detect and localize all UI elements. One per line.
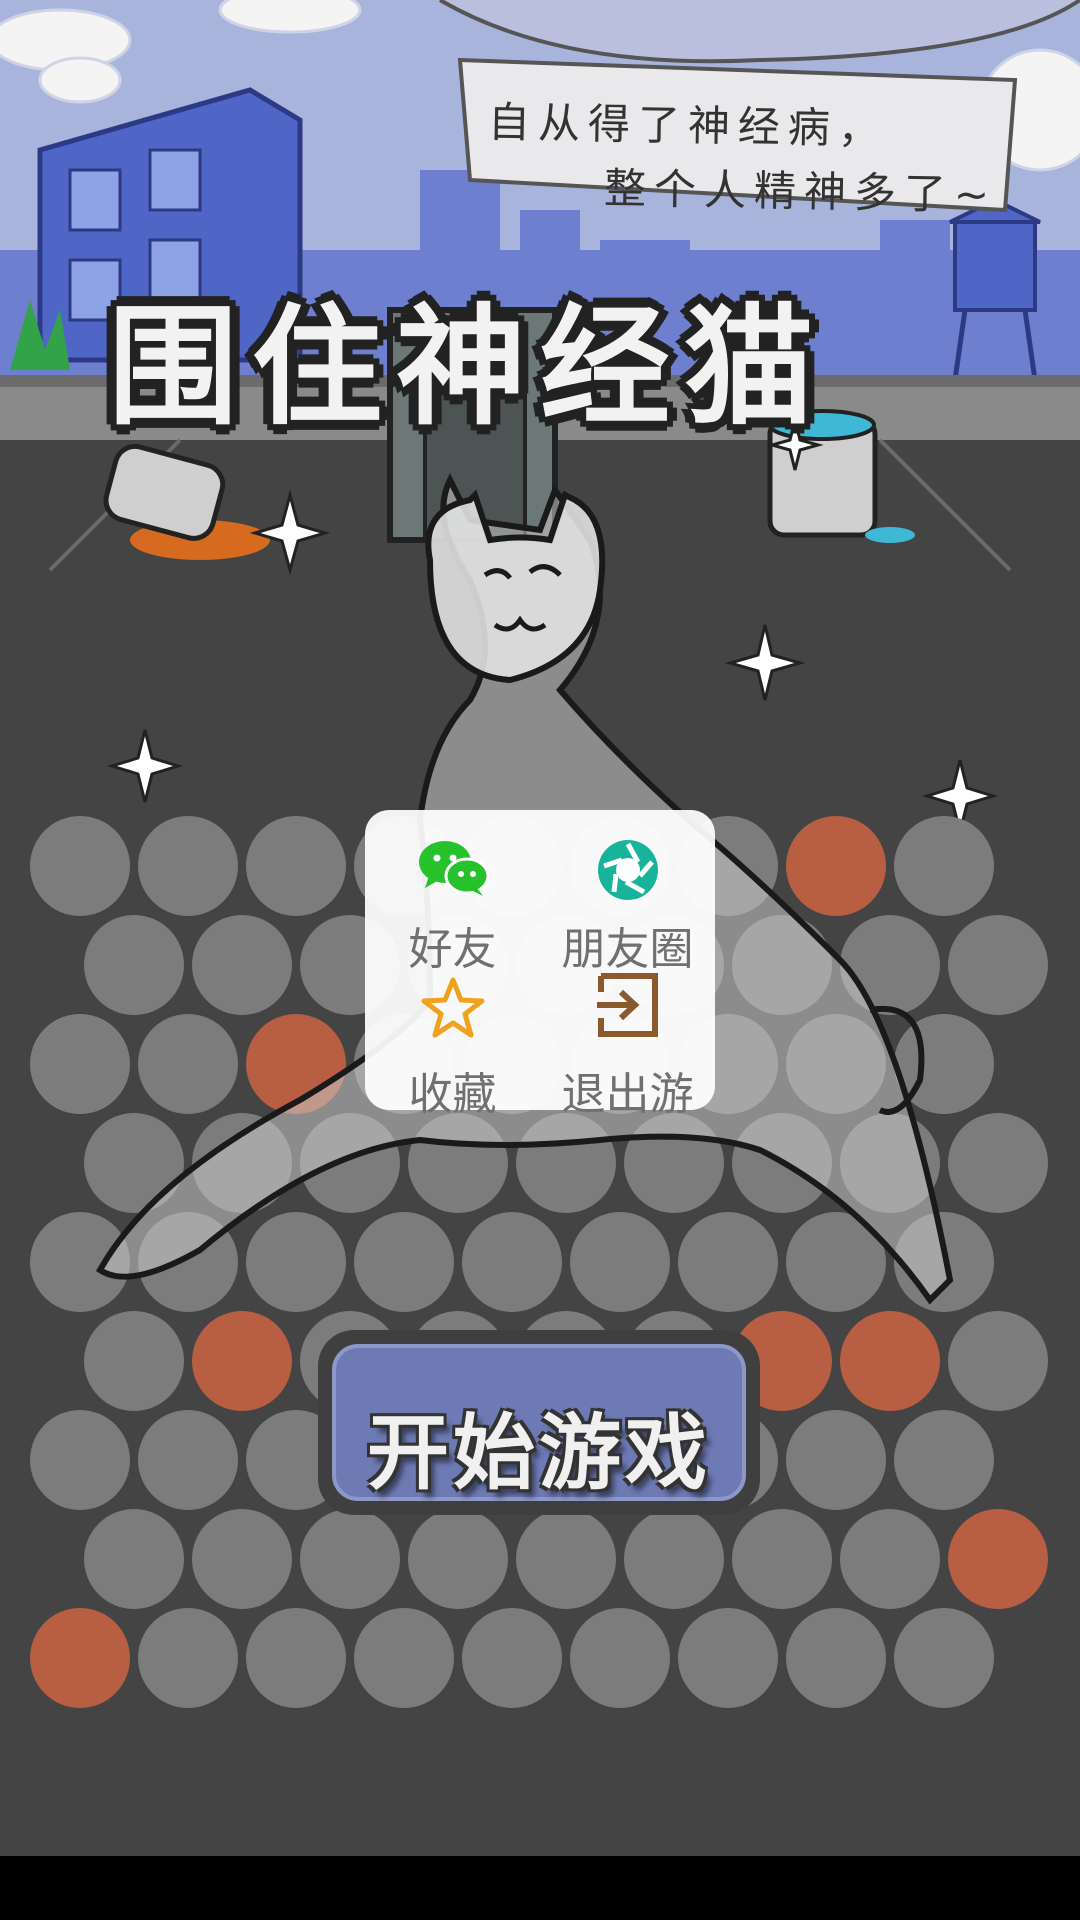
board-cell[interactable] bbox=[462, 1608, 562, 1708]
board-cell[interactable] bbox=[840, 1113, 940, 1213]
board-cell[interactable] bbox=[138, 1410, 238, 1510]
wechat-icon bbox=[417, 838, 489, 902]
board-cell[interactable] bbox=[84, 1113, 184, 1213]
board-cell[interactable] bbox=[894, 1608, 994, 1708]
menu-item-moments[interactable]: 朋友圈 bbox=[540, 810, 715, 975]
board-cell[interactable] bbox=[948, 1113, 1048, 1213]
board-cell[interactable] bbox=[516, 1113, 616, 1213]
board-cell[interactable] bbox=[948, 915, 1048, 1015]
board-cell[interactable] bbox=[840, 1509, 940, 1609]
board-cell[interactable] bbox=[354, 1608, 454, 1708]
board-cell[interactable] bbox=[246, 1212, 346, 1312]
menu-item-favorite[interactable]: 收藏 bbox=[365, 960, 540, 1120]
board-cell[interactable] bbox=[84, 1509, 184, 1609]
board-cell[interactable] bbox=[30, 1410, 130, 1510]
board-cell[interactable] bbox=[894, 1014, 994, 1114]
board-cell[interactable] bbox=[138, 1212, 238, 1312]
board-cell[interactable] bbox=[462, 1212, 562, 1312]
board-cell[interactable] bbox=[894, 1212, 994, 1312]
menu-label-favorite: 收藏 bbox=[408, 1069, 497, 1120]
board-cell[interactable] bbox=[516, 1509, 616, 1609]
star-icon bbox=[420, 976, 486, 1044]
board-cell[interactable] bbox=[732, 1509, 832, 1609]
share-menu: 好友 朋友圈 收藏 退出游 bbox=[365, 810, 715, 1120]
board-cell[interactable] bbox=[948, 1311, 1048, 1411]
board-cell[interactable] bbox=[300, 1113, 400, 1213]
board-cell[interactable] bbox=[894, 816, 994, 916]
board-cell[interactable] bbox=[678, 1212, 778, 1312]
exit-icon bbox=[593, 970, 663, 1044]
board-cell[interactable] bbox=[408, 1509, 508, 1609]
board-cell[interactable] bbox=[732, 1113, 832, 1213]
board-cell-blocked[interactable] bbox=[30, 1608, 130, 1708]
start-game-button-face: 开始游戏 bbox=[332, 1344, 746, 1501]
board-cell[interactable] bbox=[30, 816, 130, 916]
board-cell[interactable] bbox=[354, 1212, 454, 1312]
start-game-label: 开始游戏 bbox=[366, 1406, 711, 1501]
menu-item-exit[interactable]: 退出游 bbox=[540, 960, 715, 1120]
board-cell[interactable] bbox=[624, 1509, 724, 1609]
board-cell[interactable] bbox=[894, 1410, 994, 1510]
game-scene: 自从得了神经病， 整个人精神多了~ 围住神经猫 好友 朋友圈 收藏 退出游 开始… bbox=[0, 0, 1080, 1856]
system-nav-bar bbox=[0, 1856, 1080, 1920]
board-cell[interactable] bbox=[246, 816, 346, 916]
board-cell[interactable] bbox=[138, 1014, 238, 1114]
board-cell[interactable] bbox=[84, 1311, 184, 1411]
board-cell-blocked[interactable] bbox=[246, 1014, 346, 1114]
board-cell[interactable] bbox=[624, 1113, 724, 1213]
board-cell[interactable] bbox=[840, 915, 940, 1015]
board-cell[interactable] bbox=[570, 1608, 670, 1708]
moments-icon bbox=[596, 838, 660, 906]
board-cell[interactable] bbox=[192, 1509, 292, 1609]
board-cell-blocked[interactable] bbox=[948, 1509, 1048, 1609]
start-game-button[interactable]: 开始游戏 bbox=[318, 1330, 760, 1515]
board-cell[interactable] bbox=[192, 1113, 292, 1213]
board-cell[interactable] bbox=[786, 1608, 886, 1708]
menu-label-exit: 退出游 bbox=[561, 1069, 694, 1120]
board-cell[interactable] bbox=[300, 1509, 400, 1609]
board-cell-blocked[interactable] bbox=[786, 816, 886, 916]
board-cell[interactable] bbox=[30, 1212, 130, 1312]
board-cell[interactable] bbox=[30, 1014, 130, 1114]
board-cell[interactable] bbox=[786, 1410, 886, 1510]
board-cell[interactable] bbox=[678, 1608, 778, 1708]
board-cell-blocked[interactable] bbox=[840, 1311, 940, 1411]
board-cell[interactable] bbox=[732, 915, 832, 1015]
board-cell-blocked[interactable] bbox=[192, 1311, 292, 1411]
menu-item-friends[interactable]: 好友 bbox=[365, 810, 540, 975]
board-cell[interactable] bbox=[138, 1608, 238, 1708]
board-cell[interactable] bbox=[786, 1014, 886, 1114]
board-cell[interactable] bbox=[84, 915, 184, 1015]
board-cell[interactable] bbox=[246, 1608, 346, 1708]
board-cell[interactable] bbox=[138, 816, 238, 916]
game-title: 围住神经猫 bbox=[108, 291, 829, 443]
board-cell[interactable] bbox=[192, 915, 292, 1015]
board-cell[interactable] bbox=[786, 1212, 886, 1312]
board-cell[interactable] bbox=[570, 1212, 670, 1312]
board-cell[interactable] bbox=[408, 1113, 508, 1213]
